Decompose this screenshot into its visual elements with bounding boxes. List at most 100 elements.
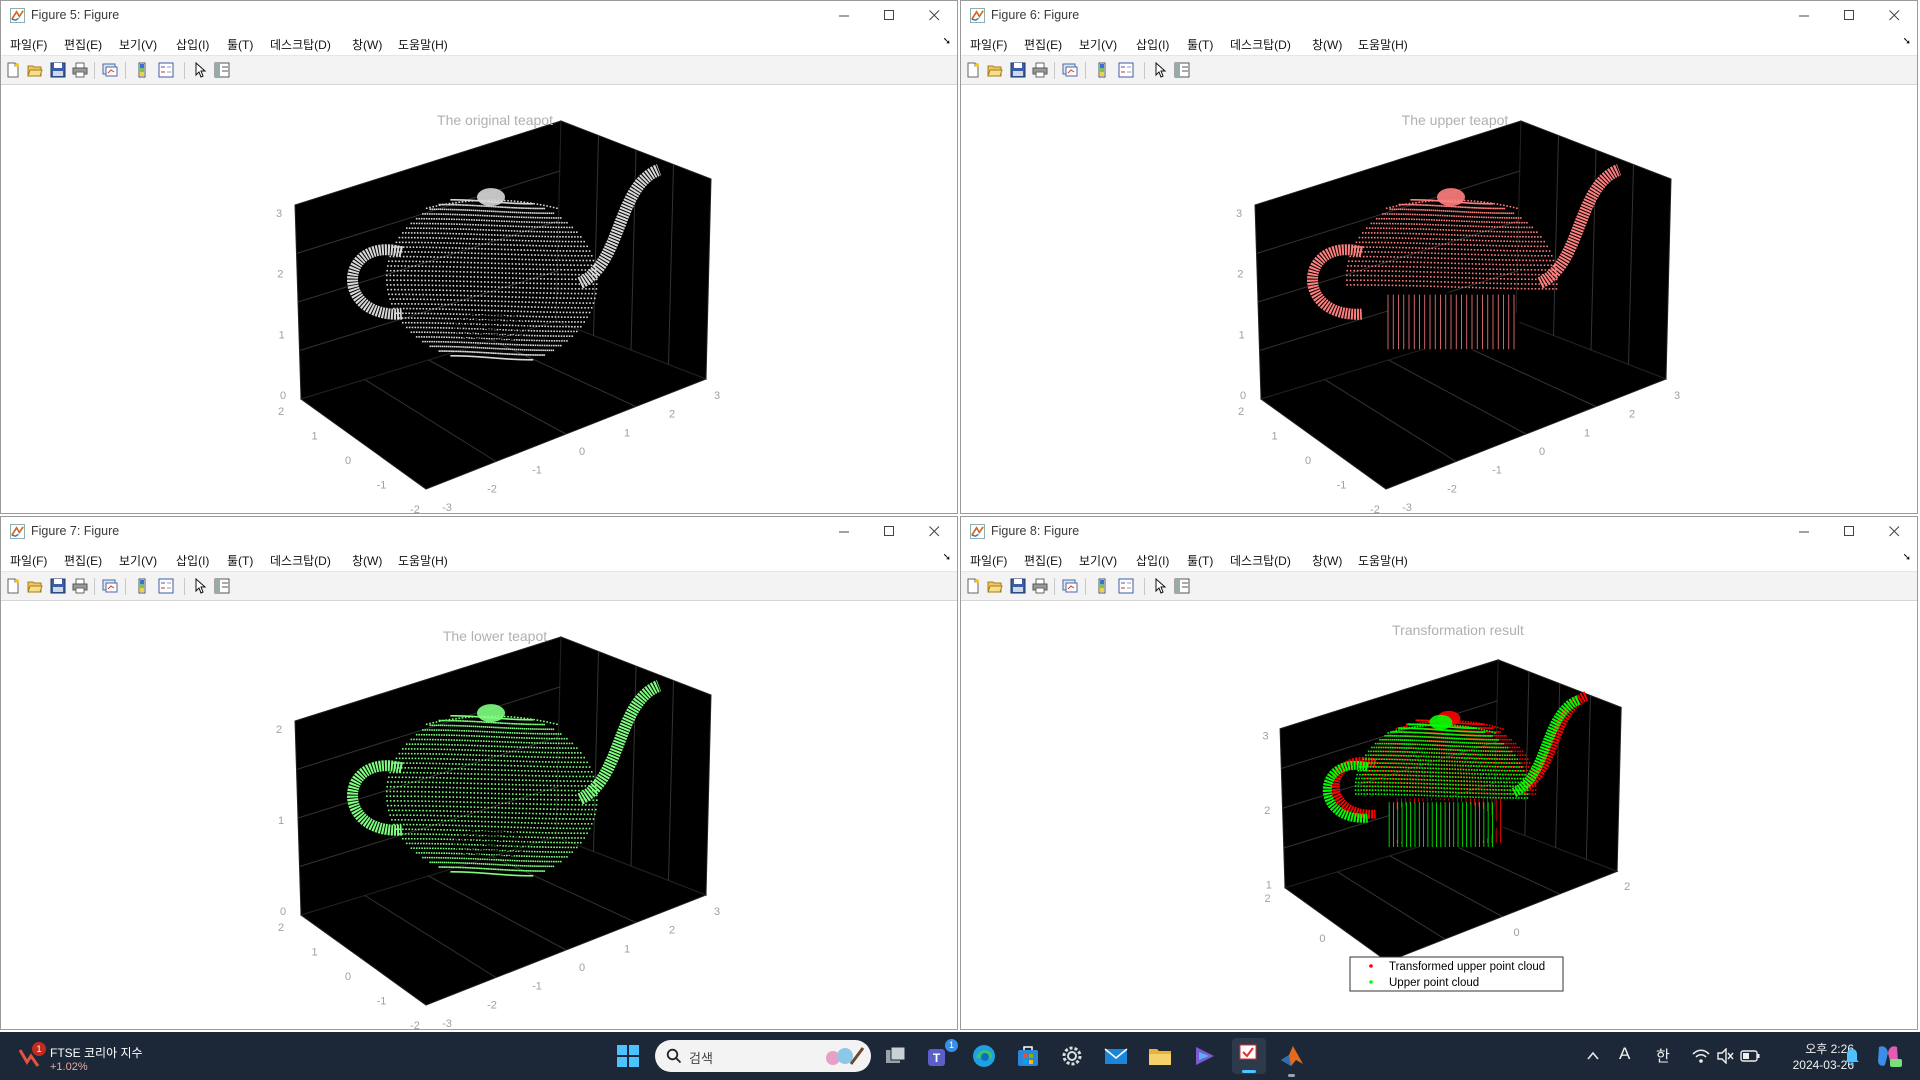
title-bar[interactable]: Figure 5: Figure [1,1,957,30]
axes-3d[interactable]: The original teapot 3 2 1 0 2 1 0 -1 -2 -3 -2 -1 0 1 2 3 [1,85,958,514]
dock-arrow-icon[interactable]: ➘ [1903,552,1911,563]
edit-plot-cursor-icon[interactable] [1152,62,1168,78]
legend-icon[interactable] [158,62,174,78]
figure-window-8[interactable]: Figure 8: Figure 파일(F) 편집(E) 보기(V) 삽입(I)… [960,516,1918,1030]
title-bar[interactable]: Figure 7: Figure [1,517,957,546]
save-icon[interactable] [1010,578,1026,594]
save-icon[interactable] [50,62,66,78]
legend-icon[interactable] [158,578,174,594]
menu-file[interactable]: 파일(F) [10,36,47,53]
axes-3d[interactable]: The upper teapot 3 2 1 0 2 1 0 -1 -2 -3 -2 -1 0 1 2 3 [961,85,1918,514]
menu-tools[interactable]: 툴(T) [227,36,253,53]
open-file-icon[interactable] [27,62,43,78]
minimize-button[interactable] [822,517,867,546]
maximize-button[interactable] [867,517,912,546]
open-file-icon[interactable] [987,62,1003,78]
copilot-icon[interactable] [1873,1041,1903,1071]
menu-view[interactable]: 보기(V) [1079,36,1117,53]
menu-edit[interactable]: 편집(E) [64,552,102,569]
edit-plot-cursor-icon[interactable] [192,578,208,594]
plot-area[interactable]: The upper teapot 3 2 1 0 2 1 0 -1 -2 -3 -2 -1 0 1 2 3 [961,85,1918,514]
start-button[interactable] [614,1042,642,1070]
menu-window[interactable]: 창(W) [1312,552,1342,569]
menu-help[interactable]: 도움말(H) [1358,36,1408,53]
link-plot-icon[interactable] [102,578,118,594]
search-box[interactable]: 검색 [655,1040,871,1072]
property-inspector-icon[interactable] [1174,578,1190,594]
legend[interactable]: Transformed upper point cloud Upper point… [1349,956,1564,992]
print-icon[interactable] [1032,62,1048,78]
new-figure-icon[interactable] [5,62,21,78]
clock-time[interactable]: 오후 2:26 [1774,1040,1854,1057]
figure-window-7[interactable]: Figure 7: Figure 파일(F) 편집(E) 보기(V) 삽입(I)… [0,516,958,1030]
menu-desktop[interactable]: 데스크탑(D) [270,36,331,53]
minimize-button[interactable] [1782,517,1827,546]
axes-3d[interactable]: The lower teapot 2 1 0 2 1 0 -1 -2 -3 -2 -1 0 1 2 3 [1,601,958,1030]
property-inspector-icon[interactable] [214,578,230,594]
property-inspector-icon[interactable] [214,62,230,78]
task-view-icon[interactable] [882,1042,910,1070]
wifi-icon[interactable] [1692,1048,1710,1064]
dock-arrow-icon[interactable]: ➘ [943,36,951,47]
figure-window-5[interactable]: Figure 5: Figure 파일(F) 편집(E) 보기(V) 삽입(I)… [0,0,958,514]
colorbar-icon[interactable] [134,578,150,594]
chevron-up-icon[interactable] [1586,1049,1600,1063]
title-bar[interactable]: Figure 8: Figure [961,517,1917,546]
plot-area[interactable]: The lower teapot 2 1 0 2 1 0 -1 -2 -3 -2 -1 0 1 2 3 [1,601,958,1030]
save-icon[interactable] [50,578,66,594]
menu-desktop[interactable]: 데스크탑(D) [1230,36,1291,53]
edit-plot-cursor-icon[interactable] [192,62,208,78]
menu-file[interactable]: 파일(F) [970,552,1007,569]
menu-tools[interactable]: 툴(T) [1187,36,1213,53]
new-figure-icon[interactable] [5,578,21,594]
menu-desktop[interactable]: 데스크탑(D) [1230,552,1291,569]
save-icon[interactable] [1010,62,1026,78]
edge-browser-icon[interactable] [970,1042,998,1070]
menu-help[interactable]: 도움말(H) [1358,552,1408,569]
menu-insert[interactable]: 삽입(I) [176,36,209,53]
mail-icon[interactable] [1102,1042,1130,1070]
title-bar[interactable]: Figure 6: Figure [961,1,1917,30]
link-plot-icon[interactable] [102,62,118,78]
menu-tools[interactable]: 툴(T) [227,552,253,569]
new-figure-icon[interactable] [965,578,981,594]
print-icon[interactable] [72,578,88,594]
store-icon[interactable] [1014,1042,1042,1070]
print-icon[interactable] [1032,578,1048,594]
menu-tools[interactable]: 툴(T) [1187,552,1213,569]
menu-view[interactable]: 보기(V) [119,36,157,53]
new-figure-icon[interactable] [965,62,981,78]
menu-edit[interactable]: 편집(E) [1024,36,1062,53]
maximize-button[interactable] [1827,1,1872,30]
menu-window[interactable]: 창(W) [352,36,382,53]
ime-mode-a[interactable]: A [1619,1044,1630,1064]
property-inspector-icon[interactable] [1174,62,1190,78]
legend-icon[interactable] [1118,62,1134,78]
colorbar-icon[interactable] [1094,62,1110,78]
maximize-button[interactable] [867,1,912,30]
dock-arrow-icon[interactable]: ➘ [943,552,951,563]
menu-edit[interactable]: 편집(E) [1024,552,1062,569]
minimize-button[interactable] [822,1,867,30]
link-plot-icon[interactable] [1062,62,1078,78]
menu-window[interactable]: 창(W) [1312,36,1342,53]
battery-icon[interactable] [1740,1049,1760,1063]
colorbar-icon[interactable] [1094,578,1110,594]
media-player-icon[interactable] [1190,1042,1218,1070]
notification-bell-icon[interactable] [1843,1046,1861,1066]
close-button[interactable] [1872,517,1917,546]
axes-3d[interactable]: Transformation result32120-2-202Transfor… [961,601,1918,1030]
print-icon[interactable] [72,62,88,78]
plot-area[interactable]: Transformation result32120-2-202Transfor… [961,601,1918,1030]
menu-file[interactable]: 파일(F) [10,552,47,569]
menu-help[interactable]: 도움말(H) [398,552,448,569]
menu-insert[interactable]: 삽입(I) [1136,36,1169,53]
legend-icon[interactable] [1118,578,1134,594]
close-button[interactable] [912,1,957,30]
edit-plot-cursor-icon[interactable] [1152,578,1168,594]
widgets-button[interactable]: 1 FTSE 코리아 지수 +1.02% [16,1036,176,1076]
menu-view[interactable]: 보기(V) [1079,552,1117,569]
clock-date[interactable]: 2024-03-26 [1774,1058,1854,1072]
menu-help[interactable]: 도움말(H) [398,36,448,53]
close-button[interactable] [912,517,957,546]
